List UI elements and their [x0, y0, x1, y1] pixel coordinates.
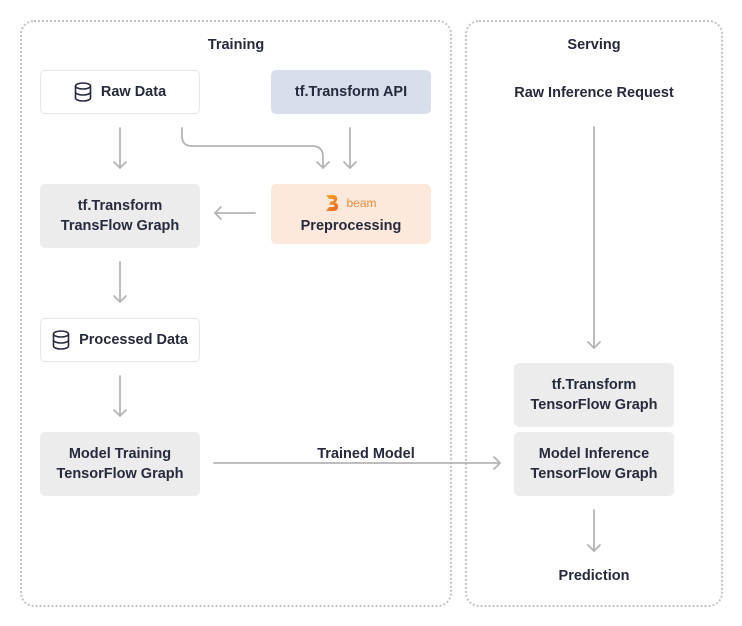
- arrow-trained-model: [213, 456, 501, 470]
- arrow-transflow-to-processed: [113, 261, 127, 303]
- arrow-api-to-preprocessing: [343, 127, 357, 169]
- arrow-raw-to-preprocessing: [181, 127, 330, 169]
- arrow-inference-to-prediction: [587, 509, 601, 552]
- arrow-raw-to-transflow: [113, 127, 127, 169]
- arrow-preprocessing-to-transflow: [214, 206, 256, 220]
- arrow-request-to-transform: [587, 126, 601, 349]
- arrow-processed-to-training: [113, 375, 127, 417]
- arrows-layer: [113, 126, 601, 552]
